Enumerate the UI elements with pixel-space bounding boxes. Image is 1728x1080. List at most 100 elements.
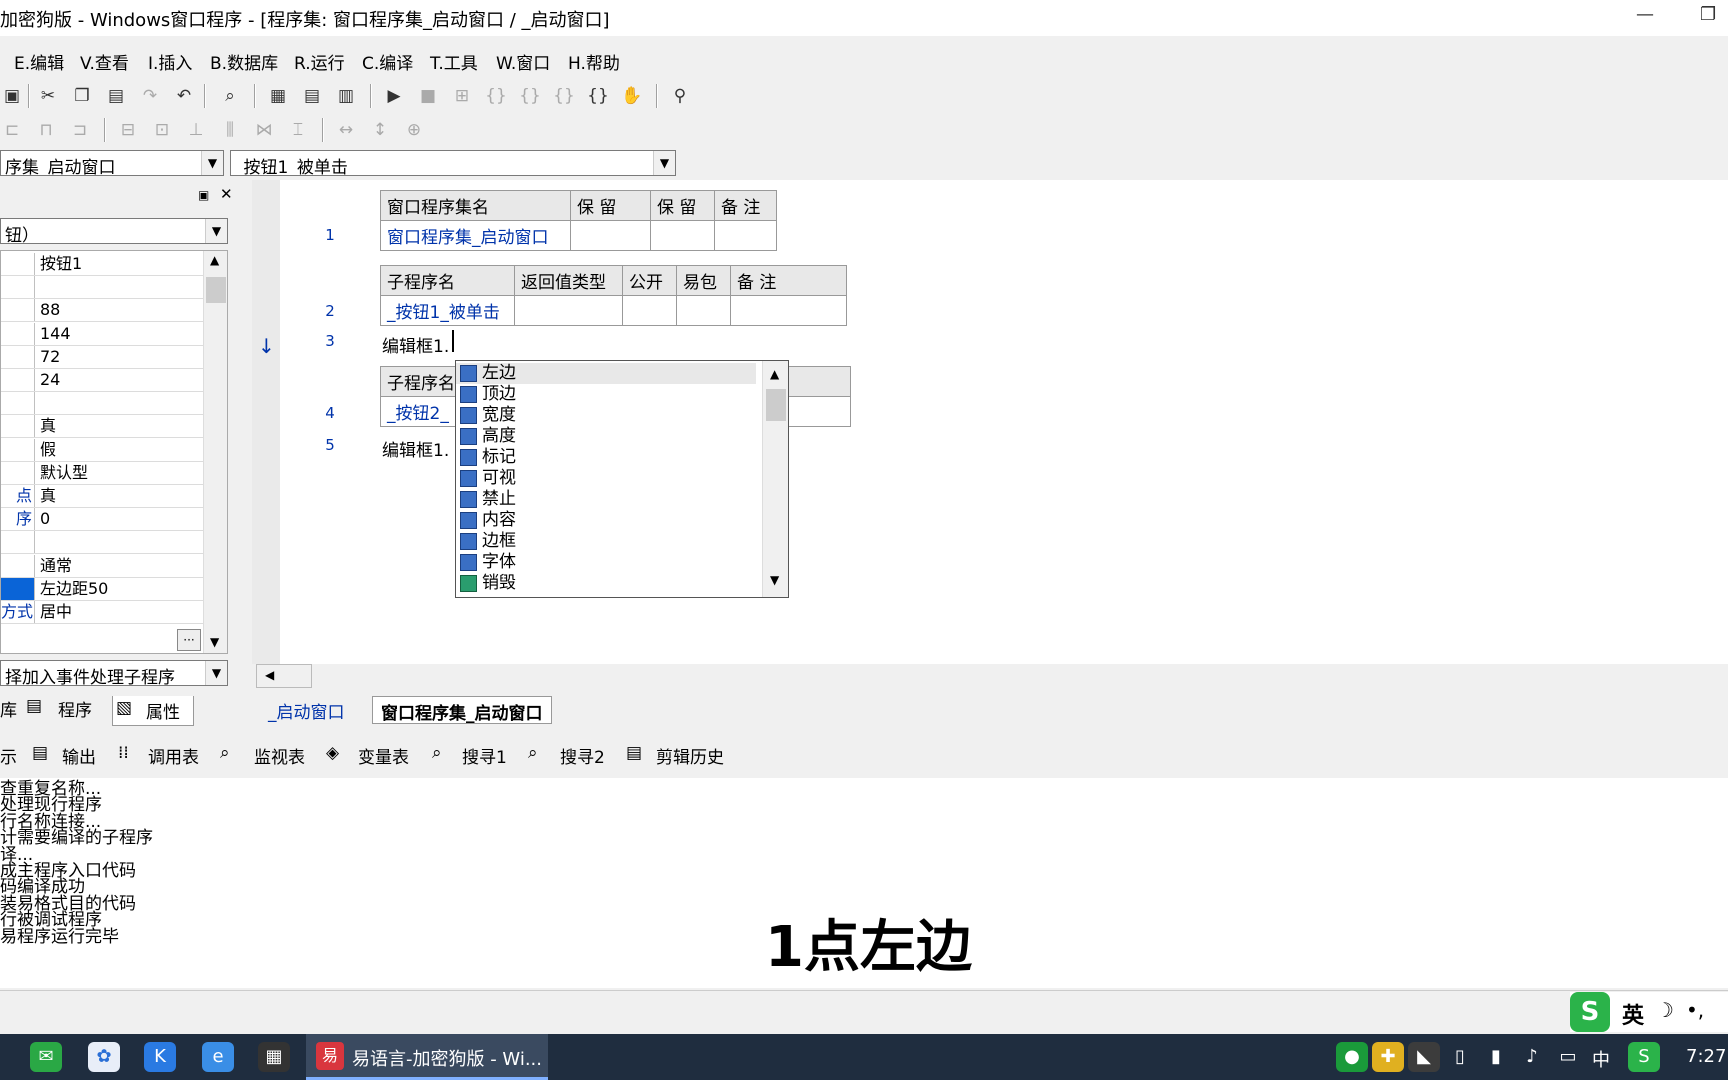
moon-icon[interactable]: ☽ — [1656, 998, 1674, 1022]
table-cell[interactable] — [676, 295, 731, 326]
ime-lang[interactable]: 英 — [1622, 998, 1644, 1030]
save-icon[interactable]: ▣ — [0, 84, 24, 108]
table-cell[interactable] — [714, 220, 777, 251]
table-cell[interactable] — [730, 295, 847, 326]
autocomplete-item[interactable]: 字体 — [456, 552, 756, 573]
chevron-up-icon[interactable]: ▲ — [210, 253, 219, 267]
autocomplete-item[interactable]: 顶边 — [456, 384, 756, 405]
close-icon[interactable]: ✕ — [220, 185, 233, 203]
app-icon[interactable]: ✿ — [88, 1042, 120, 1072]
property-row[interactable] — [1, 276, 203, 300]
scroll-thumb[interactable] — [766, 389, 786, 421]
table-cell[interactable] — [514, 295, 623, 326]
tab-watch[interactable]: 监视表 — [254, 743, 305, 768]
property-value[interactable]: 通常 — [37, 554, 203, 577]
property-row[interactable]: 序0 — [1, 508, 203, 532]
autocomplete-item[interactable]: 内容 — [456, 510, 756, 531]
table-cell[interactable]: 窗口程序集_启动窗口 — [380, 220, 571, 251]
paste-icon[interactable]: ▤ — [104, 84, 128, 108]
property-row[interactable]: 72 — [1, 345, 203, 369]
align-top-icon[interactable]: ⊟ — [116, 118, 140, 142]
sogou-tray-icon[interactable]: S — [1628, 1042, 1660, 1072]
undo-icon[interactable]: ↶ — [172, 84, 196, 108]
property-row[interactable]: 点真 — [1, 485, 203, 508]
menu-window[interactable]: W.窗口 — [496, 49, 550, 74]
menu-help[interactable]: H.帮助 — [568, 49, 620, 74]
property-row[interactable] — [1, 392, 203, 416]
table-cell[interactable] — [570, 220, 651, 251]
property-value[interactable]: 左边距50 — [37, 577, 203, 600]
menu-edit[interactable]: E.编辑 — [14, 49, 64, 74]
autocomplete-item[interactable]: 禁止 — [456, 489, 756, 510]
microphone-icon[interactable]: ▮ — [1480, 1042, 1512, 1072]
k-icon[interactable]: K — [144, 1042, 176, 1072]
property-value[interactable]: 真 — [37, 415, 203, 438]
property-value[interactable] — [37, 531, 203, 554]
volume-icon[interactable]: ♪ — [1516, 1042, 1548, 1072]
redo-icon[interactable]: ↷ — [138, 84, 162, 108]
same-size-icon[interactable]: ⊕ — [402, 118, 426, 142]
network-icon[interactable]: ▭ — [1552, 1042, 1584, 1072]
chevron-down-icon[interactable]: ▼ — [210, 635, 219, 649]
scroll-thumb[interactable] — [206, 277, 226, 303]
menu-tools[interactable]: T.工具 — [430, 49, 478, 74]
property-value[interactable]: 88 — [37, 299, 203, 322]
tab-variables[interactable]: 变量表 — [358, 743, 409, 768]
property-value[interactable] — [37, 276, 203, 299]
usb-icon[interactable]: ▯ — [1444, 1042, 1476, 1072]
recorder-icon[interactable]: ▦ — [258, 1042, 290, 1072]
property-value[interactable]: 0 — [37, 508, 203, 531]
code-line-5[interactable]: 编辑框1. — [382, 436, 449, 461]
tab-search-2[interactable]: 搜寻2 — [560, 743, 605, 768]
property-value[interactable] — [37, 392, 203, 415]
run-icon[interactable]: ▶ — [382, 84, 406, 108]
pin-icon[interactable]: ▣ — [198, 188, 209, 202]
step-over-icon[interactable]: {} — [518, 84, 542, 108]
chevron-down-icon[interactable]: ▼ — [770, 573, 779, 587]
step-out-icon[interactable]: {} — [552, 84, 576, 108]
tab-program[interactable]: 程序 — [58, 696, 92, 721]
tab-library[interactable]: 库 — [0, 696, 17, 721]
align-middle-icon[interactable]: ⊡ — [150, 118, 174, 142]
property-row[interactable]: 按钮1 — [1, 253, 203, 276]
autocomplete-item[interactable]: 边框 — [456, 531, 756, 552]
horizontal-scrollbar[interactable]: ◀ — [256, 664, 312, 688]
clock[interactable]: 7:27 — [1686, 1046, 1726, 1067]
property-value[interactable]: 默认型 — [37, 461, 203, 484]
autocomplete-item[interactable]: 可视 — [456, 468, 756, 489]
tab-assembly[interactable]: 窗口程序集_启动窗口 — [372, 696, 552, 724]
space-icon[interactable]: ⌶ — [286, 118, 310, 142]
menu-database[interactable]: B.数据库 — [210, 49, 278, 74]
layout-1-icon[interactable]: ▦ — [266, 84, 290, 108]
autocomplete-item[interactable]: 左边 — [456, 363, 756, 384]
ellipsis-button[interactable]: ··· — [177, 629, 201, 651]
binoculars-icon[interactable]: ⚲ — [668, 84, 692, 108]
align-center-icon[interactable]: ⊓ — [34, 118, 58, 142]
property-value[interactable]: 假 — [37, 438, 203, 461]
property-value[interactable]: 144 — [37, 322, 203, 345]
tab-call-table[interactable]: 调用表 — [148, 743, 199, 768]
tab-clip-history[interactable]: 剪辑历史 — [656, 743, 724, 768]
autocomplete-item[interactable]: 高度 — [456, 426, 756, 447]
find-icon[interactable]: ⌕ — [218, 84, 242, 108]
wechat-icon[interactable]: ✉ — [30, 1042, 62, 1072]
tab-output[interactable]: 输出 — [62, 743, 96, 768]
autocomplete-item[interactable]: 销毁 — [456, 573, 756, 594]
property-row[interactable]: 默认型 — [1, 461, 203, 485]
layout-3-icon[interactable]: ▥ — [334, 84, 358, 108]
table-cell[interactable]: _按钮1_被单击 — [380, 295, 515, 326]
hand-icon[interactable]: ✋ — [620, 84, 644, 108]
minimize-button[interactable]: — — [1636, 4, 1654, 25]
property-scrollbar[interactable]: ▲ ▼ — [203, 251, 227, 653]
tray-app-1-icon[interactable]: ● — [1336, 1042, 1368, 1072]
property-row[interactable]: 88 — [1, 299, 203, 323]
cut-icon[interactable]: ✂ — [36, 84, 60, 108]
same-height-icon[interactable]: ↕ — [368, 118, 392, 142]
property-value[interactable]: 居中 — [37, 601, 203, 623]
tab-properties[interactable]: 属性 — [146, 698, 180, 723]
property-row[interactable]: 真 — [1, 415, 203, 439]
tab-search-1[interactable]: 搜寻1 — [462, 743, 507, 768]
layout-2-icon[interactable]: ▤ — [300, 84, 324, 108]
menu-view[interactable]: V.查看 — [80, 49, 129, 74]
property-row[interactable]: 假 — [1, 438, 203, 462]
